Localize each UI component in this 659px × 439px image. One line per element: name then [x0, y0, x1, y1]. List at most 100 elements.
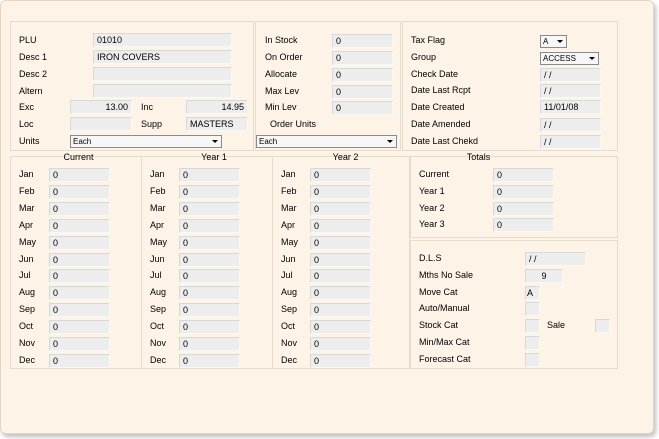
month-label-apr: Apr [19, 220, 34, 230]
date-amended-label: Date Amended [411, 119, 471, 129]
supplier-field[interactable]: MASTERS [186, 117, 248, 131]
sales-current-feb-field[interactable]: 0 [49, 185, 110, 199]
order-units-select[interactable]: Each [256, 135, 397, 148]
date-last-chekd-field[interactable]: / / [540, 135, 601, 149]
min-max-cat-field[interactable] [525, 336, 540, 350]
sales-year2-oct-field[interactable]: 0 [310, 320, 371, 334]
chevron-down-icon [210, 137, 220, 146]
month-label-oct: Oct [281, 321, 296, 331]
sales-year1-oct-field[interactable]: 0 [179, 320, 240, 334]
plu-field[interactable]: 01010 [93, 33, 232, 47]
sales-year2-mar-field[interactable]: 0 [310, 202, 371, 216]
sales-current-nov-field[interactable]: 0 [49, 337, 110, 351]
min-max-cat-label: Min/Max Cat [419, 337, 470, 347]
group-label: Group [411, 52, 437, 62]
max-lev-label: Max Lev [265, 86, 300, 96]
month-label-jan: Jan [19, 169, 34, 179]
desc2-label: Desc 2 [19, 69, 48, 79]
month-label-sep: Sep [150, 304, 167, 314]
sales-current-apr-field[interactable]: 0 [49, 219, 110, 233]
month-label-sep: Sep [281, 304, 298, 314]
sales-year2-aug-field[interactable]: 0 [310, 286, 371, 300]
totals-current-label: Current [419, 169, 450, 179]
auto-manual-field[interactable] [525, 302, 540, 316]
supp-label: Supp [141, 119, 163, 129]
desc2-field[interactable] [93, 67, 232, 81]
desc1-label: Desc 1 [19, 52, 48, 62]
sales-year2-feb-field[interactable]: 0 [310, 185, 371, 199]
sales-current-jul-field[interactable]: 0 [49, 269, 110, 283]
totals-year2-field[interactable]: 0 [493, 202, 554, 216]
altern-field[interactable] [93, 84, 232, 98]
month-label-oct: Oct [150, 321, 165, 331]
month-label-may: May [19, 237, 37, 247]
sales-current-oct-field[interactable]: 0 [49, 320, 110, 334]
totals-current-field[interactable]: 0 [493, 168, 554, 182]
sales-year2-nov-field[interactable]: 0 [310, 337, 371, 351]
in-stock-field[interactable]: 0 [332, 34, 393, 48]
sales-year1-aug-field[interactable]: 0 [179, 286, 240, 300]
desc1-field[interactable]: IRON COVERS [93, 50, 232, 64]
group-select[interactable]: ACCESS [540, 52, 599, 65]
date-created-field[interactable]: 11/01/08 [540, 100, 601, 114]
sale-field[interactable] [595, 319, 610, 333]
sales-year1-sep-field[interactable]: 0 [179, 303, 240, 317]
sales-year1-jul-field[interactable]: 0 [179, 269, 240, 283]
date-last-rcpt-field[interactable]: / / [540, 84, 601, 98]
sales-year2-sep-field[interactable]: 0 [310, 303, 371, 317]
sales-current-jan-field[interactable]: 0 [49, 168, 110, 182]
sales-year1-nov-field[interactable]: 0 [179, 337, 240, 351]
sales-current-jun-field[interactable]: 0 [49, 253, 110, 267]
min-lev-label: Min Lev [265, 102, 297, 112]
tax-flag-select[interactable]: A [540, 35, 567, 48]
sale-label: Sale [547, 320, 566, 330]
exc-price-field[interactable]: 13.00 [70, 100, 132, 114]
min-level-field[interactable]: 0 [332, 101, 393, 115]
sales-year1-apr-field[interactable]: 0 [179, 219, 240, 233]
sales-year1-mar-field[interactable]: 0 [179, 202, 240, 216]
check-date-field[interactable]: / / [540, 68, 601, 82]
inc-price-field[interactable]: 14.95 [186, 100, 248, 114]
sales-current-aug-field[interactable]: 0 [49, 286, 110, 300]
sales-year2-apr-field[interactable]: 0 [310, 219, 371, 233]
on-order-field[interactable]: 0 [332, 51, 393, 65]
sales-year2-title: Year 2 [332, 152, 359, 162]
sales-year2-jun-field[interactable]: 0 [310, 253, 371, 267]
exc-label: Exc [19, 102, 35, 112]
totals-year3-field[interactable]: 0 [493, 218, 554, 232]
sales-year1-jun-field[interactable]: 0 [179, 253, 240, 267]
date-amended-field[interactable]: / / [540, 118, 601, 132]
sales-year1-feb-field[interactable]: 0 [179, 185, 240, 199]
mths-no-sale-field[interactable]: 9 [525, 269, 563, 283]
totals-year1-field[interactable]: 0 [493, 185, 554, 199]
totals-year1-label: Year 1 [419, 186, 445, 196]
sales-year1-jan-field[interactable]: 0 [179, 168, 240, 182]
sales-current-dec-field[interactable]: 0 [49, 354, 110, 368]
sales-current-sep-field[interactable]: 0 [49, 303, 110, 317]
allocate-field[interactable]: 0 [332, 68, 393, 82]
units-select[interactable]: Each [70, 135, 222, 148]
month-label-mar: Mar [281, 203, 297, 213]
sales-year2-jul-field[interactable]: 0 [310, 269, 371, 283]
dls-field[interactable]: / / [525, 252, 586, 266]
on-order-label: On Order [265, 52, 303, 62]
loc-field[interactable] [70, 117, 132, 131]
month-label-apr: Apr [150, 220, 165, 230]
sales-current-mar-field[interactable]: 0 [49, 202, 110, 216]
max-level-field[interactable]: 0 [332, 85, 393, 99]
chevron-down-icon [587, 54, 597, 63]
sales-year2-jan-field[interactable]: 0 [310, 168, 371, 182]
sales-year1-may-field[interactable]: 0 [179, 236, 240, 250]
sales-current-title: Current [63, 152, 94, 162]
month-label-feb: Feb [19, 186, 35, 196]
sales-year2-may-field[interactable]: 0 [310, 236, 371, 250]
stock-cat-field[interactable] [525, 319, 540, 333]
forecast-cat-field[interactable] [525, 353, 540, 367]
move-cat-field[interactable]: A [525, 286, 540, 300]
sales-year1-dec-field[interactable]: 0 [179, 354, 240, 368]
totals-year3-label: Year 3 [419, 219, 445, 229]
sales-year2-dec-field[interactable]: 0 [310, 354, 371, 368]
month-label-jan: Jan [281, 169, 296, 179]
date-created-label: Date Created [411, 102, 465, 112]
sales-current-may-field[interactable]: 0 [49, 236, 110, 250]
